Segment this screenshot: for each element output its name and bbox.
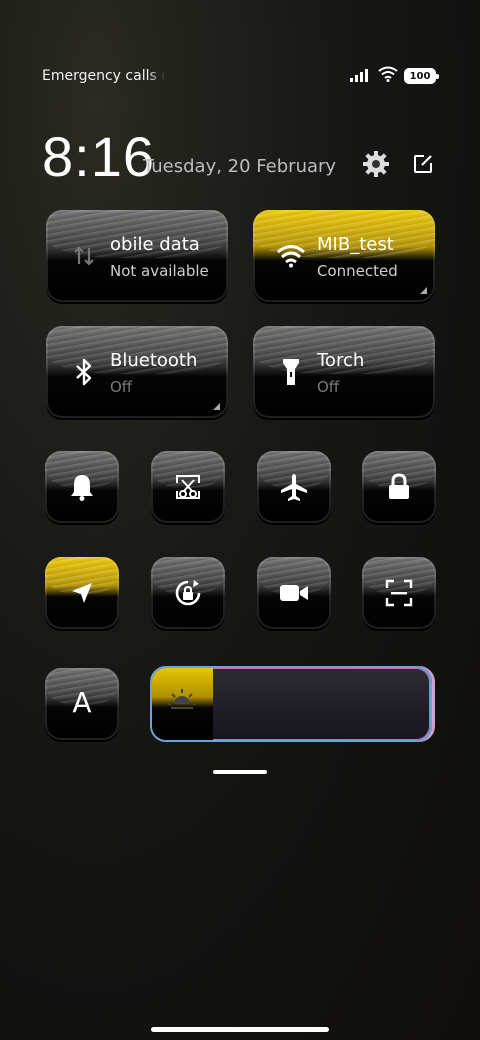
lock-icon	[362, 471, 436, 503]
tile-location[interactable]	[45, 557, 119, 629]
wifi-status-icon	[378, 66, 398, 86]
battery-level: 100	[409, 70, 431, 82]
tile-screen-recorder[interactable]	[257, 557, 331, 629]
bell-icon	[45, 471, 119, 503]
tile-rotation-lock[interactable]	[151, 557, 225, 629]
tile-mobile-data[interactable]: obile data Not available	[46, 210, 228, 302]
tile-lock[interactable]	[362, 451, 436, 523]
tile-title: Bluetooth	[110, 350, 198, 371]
font-icon: A	[45, 685, 119, 719]
rotation-lock-icon	[151, 577, 225, 609]
torch-icon	[275, 356, 307, 388]
airplane-icon	[257, 471, 331, 503]
tile-sound[interactable]	[45, 451, 119, 523]
brightness-slider[interactable]	[150, 666, 432, 742]
tile-torch[interactable]: Torch Off	[253, 326, 435, 418]
tile-wifi[interactable]: MIB_test Connected	[253, 210, 435, 302]
tile-subtitle: Off	[317, 378, 340, 396]
gear-icon	[363, 151, 389, 177]
mobile-data-icon	[68, 240, 100, 272]
font-label: A	[72, 685, 92, 719]
tile-title: Torch	[317, 350, 365, 371]
edit-icon	[414, 155, 432, 173]
video-camera-icon	[257, 577, 331, 609]
settings-button[interactable]	[362, 150, 390, 178]
signal-icon	[350, 67, 372, 86]
tile-bluetooth[interactable]: Bluetooth Off	[46, 326, 228, 418]
tile-font-size[interactable]: A	[45, 668, 119, 740]
tile-screenshot[interactable]	[151, 451, 225, 523]
tile-airplane[interactable]	[257, 451, 331, 523]
brightness-icon	[168, 688, 196, 714]
tile-subtitle: Not available	[110, 262, 209, 280]
tile-subtitle: Connected	[317, 262, 398, 280]
date: Tuesday, 20 February	[143, 156, 337, 177]
carrier-text: Emergency calls o	[42, 68, 166, 84]
location-icon	[45, 577, 119, 609]
bluetooth-icon	[68, 356, 100, 388]
scan-icon	[362, 577, 436, 609]
clock: 8:16	[42, 125, 155, 188]
tile-scanner[interactable]	[362, 557, 436, 629]
tile-title: obile data	[110, 234, 200, 255]
tile-title: MIB_test	[317, 234, 394, 255]
status-icons: 100	[350, 66, 439, 86]
tile-subtitle: Off	[110, 378, 133, 396]
brightness-slider-fill	[152, 668, 213, 740]
edit-button[interactable]	[409, 150, 437, 178]
wifi-icon	[275, 240, 307, 272]
panel-drag-handle[interactable]	[213, 770, 267, 774]
expand-corner-icon	[213, 403, 220, 410]
screenshot-icon	[151, 471, 225, 503]
status-bar: Emergency calls o 100	[42, 66, 439, 88]
expand-corner-icon	[420, 287, 427, 294]
battery-icon: 100	[404, 68, 439, 84]
home-indicator[interactable]	[151, 1027, 329, 1032]
